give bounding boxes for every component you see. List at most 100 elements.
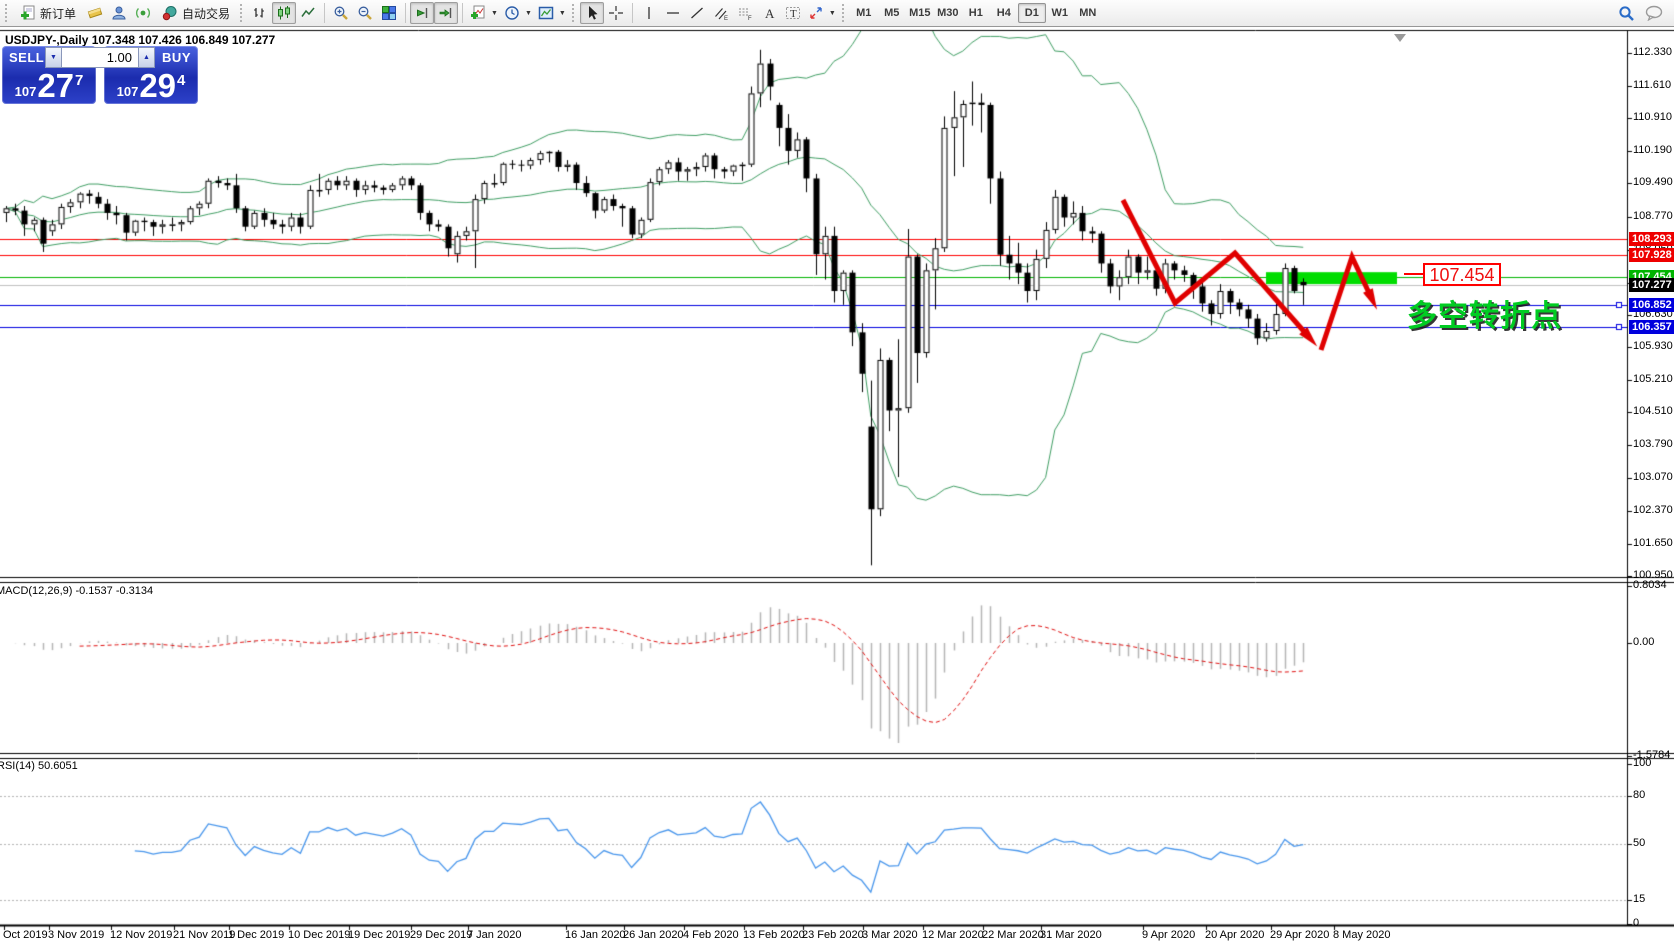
rsi-tick-label: 50 bbox=[1633, 837, 1645, 849]
profile-button[interactable] bbox=[107, 2, 131, 24]
date-tick-label: 10 Dec 2019 bbox=[288, 929, 350, 941]
chevron-down-icon: ▼ bbox=[829, 10, 836, 17]
date-tick-label: 20 Apr 2020 bbox=[1205, 929, 1264, 941]
cursor-button[interactable] bbox=[580, 2, 604, 24]
autotrading-label: 自动交易 bbox=[182, 5, 230, 22]
toolbar-gripper[interactable] bbox=[240, 4, 245, 22]
auto-scroll-button[interactable] bbox=[410, 2, 434, 24]
svg-text:F: F bbox=[748, 16, 752, 21]
timeframe-d1-button[interactable]: D1 bbox=[1018, 3, 1046, 23]
price-tick-label: 102.370 bbox=[1633, 504, 1673, 516]
timeframe-h4-button[interactable]: H4 bbox=[990, 3, 1018, 23]
price-tick-label: 103.790 bbox=[1633, 438, 1673, 450]
indicators-button[interactable]: ▼ bbox=[467, 2, 501, 24]
cursor-icon bbox=[584, 5, 600, 21]
timeframe-mn-button[interactable]: MN bbox=[1074, 3, 1102, 23]
arrows-button[interactable]: ▼ bbox=[805, 2, 839, 24]
timeframe-h1-button[interactable]: H1 bbox=[962, 3, 990, 23]
bar-chart-icon bbox=[252, 5, 268, 21]
fibonacci-button[interactable]: F bbox=[733, 2, 757, 24]
new-order-button[interactable]: 新订单 bbox=[13, 2, 83, 24]
date-tick-label: 31 Mar 2020 bbox=[1040, 929, 1102, 941]
toolbar-gripper[interactable] bbox=[572, 4, 577, 22]
price-line-label: 108.293 bbox=[1629, 232, 1674, 246]
chart-canvas[interactable] bbox=[0, 0, 1674, 949]
ask-big-figure: 29 bbox=[139, 69, 176, 102]
templates-button[interactable]: ▼ bbox=[535, 2, 569, 24]
bar-chart-button[interactable] bbox=[248, 2, 272, 24]
lot-decrease-button[interactable]: ▼ bbox=[45, 47, 62, 68]
chart-shift-button[interactable] bbox=[434, 2, 458, 24]
date-tick-label: 3 Nov 2019 bbox=[48, 929, 104, 941]
svg-text:E: E bbox=[724, 16, 728, 21]
tile-windows-button[interactable] bbox=[377, 2, 401, 24]
date-tick-label: 19 Dec 2019 bbox=[348, 929, 410, 941]
bid-big-figure: 27 bbox=[37, 69, 74, 102]
price-tick-label: 108.770 bbox=[1633, 210, 1673, 222]
date-tick-label: 8 May 2020 bbox=[1333, 929, 1390, 941]
macd-indicator-label: MACD(12,26,9) -0.1537 -0.3134 bbox=[0, 585, 153, 597]
trendline-icon bbox=[689, 5, 705, 21]
price-line-label: 107.277 bbox=[1629, 278, 1674, 292]
autotrading-button[interactable]: 自动交易 bbox=[155, 2, 237, 24]
text-label-button[interactable]: T bbox=[781, 2, 805, 24]
lot-input[interactable] bbox=[62, 47, 138, 68]
text-button[interactable]: A bbox=[757, 2, 781, 24]
crosshair-button[interactable] bbox=[604, 2, 628, 24]
macd-tick-label: 0.8034 bbox=[1633, 579, 1667, 591]
search-icon[interactable] bbox=[1618, 5, 1635, 22]
price-tick-label: 105.210 bbox=[1633, 373, 1673, 385]
ask-pip-fraction: 4 bbox=[177, 73, 185, 88]
signals-button[interactable] bbox=[131, 2, 155, 24]
toolbar-gripper[interactable] bbox=[5, 4, 10, 22]
gold-bar-icon bbox=[87, 5, 103, 21]
price-tick-label: 109.490 bbox=[1633, 176, 1673, 188]
price-tick-label: 111.610 bbox=[1633, 79, 1671, 91]
date-tick-label: Oct 2019 bbox=[3, 929, 48, 941]
timeframe-m15-button[interactable]: M15 bbox=[906, 3, 934, 23]
chevron-down-icon: ▼ bbox=[559, 10, 566, 17]
timeframe-w1-button[interactable]: W1 bbox=[1046, 3, 1074, 23]
lot-size-control: ▼ ▲ bbox=[45, 47, 155, 68]
profile-icon bbox=[111, 5, 127, 21]
gold-bar-button[interactable] bbox=[83, 2, 107, 24]
zoom-out-button[interactable] bbox=[353, 2, 377, 24]
equidistant-channel-button[interactable]: E bbox=[709, 2, 733, 24]
horizontal-line-button[interactable] bbox=[661, 2, 685, 24]
periods-button[interactable]: ▼ bbox=[501, 2, 535, 24]
timeframe-m30-button[interactable]: M30 bbox=[934, 3, 962, 23]
equidistant-channel-icon: E bbox=[713, 5, 729, 21]
price-tick-label: 104.510 bbox=[1633, 405, 1673, 417]
trendline-button[interactable] bbox=[685, 2, 709, 24]
candlestick-chart-button[interactable] bbox=[272, 2, 296, 24]
timeframe-m5-button[interactable]: M5 bbox=[878, 3, 906, 23]
macd-tick-label: 0.00 bbox=[1633, 636, 1654, 648]
periods-icon bbox=[504, 5, 520, 21]
ask-price: 107 29 4 bbox=[104, 69, 198, 102]
autotrading-icon bbox=[162, 5, 178, 21]
price-tick-label: 101.650 bbox=[1633, 537, 1673, 549]
bid-pip-fraction: 7 bbox=[75, 73, 83, 88]
price-tick-label: 110.910 bbox=[1633, 111, 1672, 123]
text-icon: A bbox=[761, 5, 777, 21]
date-tick-label: 29 Dec 2019 bbox=[410, 929, 472, 941]
zoom-out-icon bbox=[357, 5, 373, 21]
vertical-line-button[interactable] bbox=[637, 2, 661, 24]
chart-title: USDJPY-,Daily 107.348 107.426 106.849 10… bbox=[5, 33, 275, 47]
date-tick-label: 29 Apr 2020 bbox=[1270, 929, 1329, 941]
rsi-tick-label: 15 bbox=[1633, 893, 1645, 905]
lot-increase-button[interactable]: ▲ bbox=[138, 47, 155, 68]
date-tick-label: 23 Feb 2020 bbox=[802, 929, 864, 941]
price-tick-label: 110.190 bbox=[1633, 144, 1672, 156]
toolbar-separator bbox=[405, 3, 406, 23]
toolbar-gripper[interactable] bbox=[842, 4, 847, 22]
auto-scroll-icon bbox=[414, 5, 430, 21]
svg-text:A: A bbox=[765, 6, 775, 21]
chat-icon[interactable] bbox=[1645, 5, 1664, 21]
toolbar: 新订单 自动交易 bbox=[0, 0, 1674, 27]
timeframe-m1-button[interactable]: M1 bbox=[850, 3, 878, 23]
zoom-in-button[interactable] bbox=[329, 2, 353, 24]
chevron-down-icon: ▼ bbox=[525, 10, 532, 17]
line-chart-button[interactable] bbox=[296, 2, 320, 24]
price-line-label: 106.357 bbox=[1629, 320, 1674, 334]
